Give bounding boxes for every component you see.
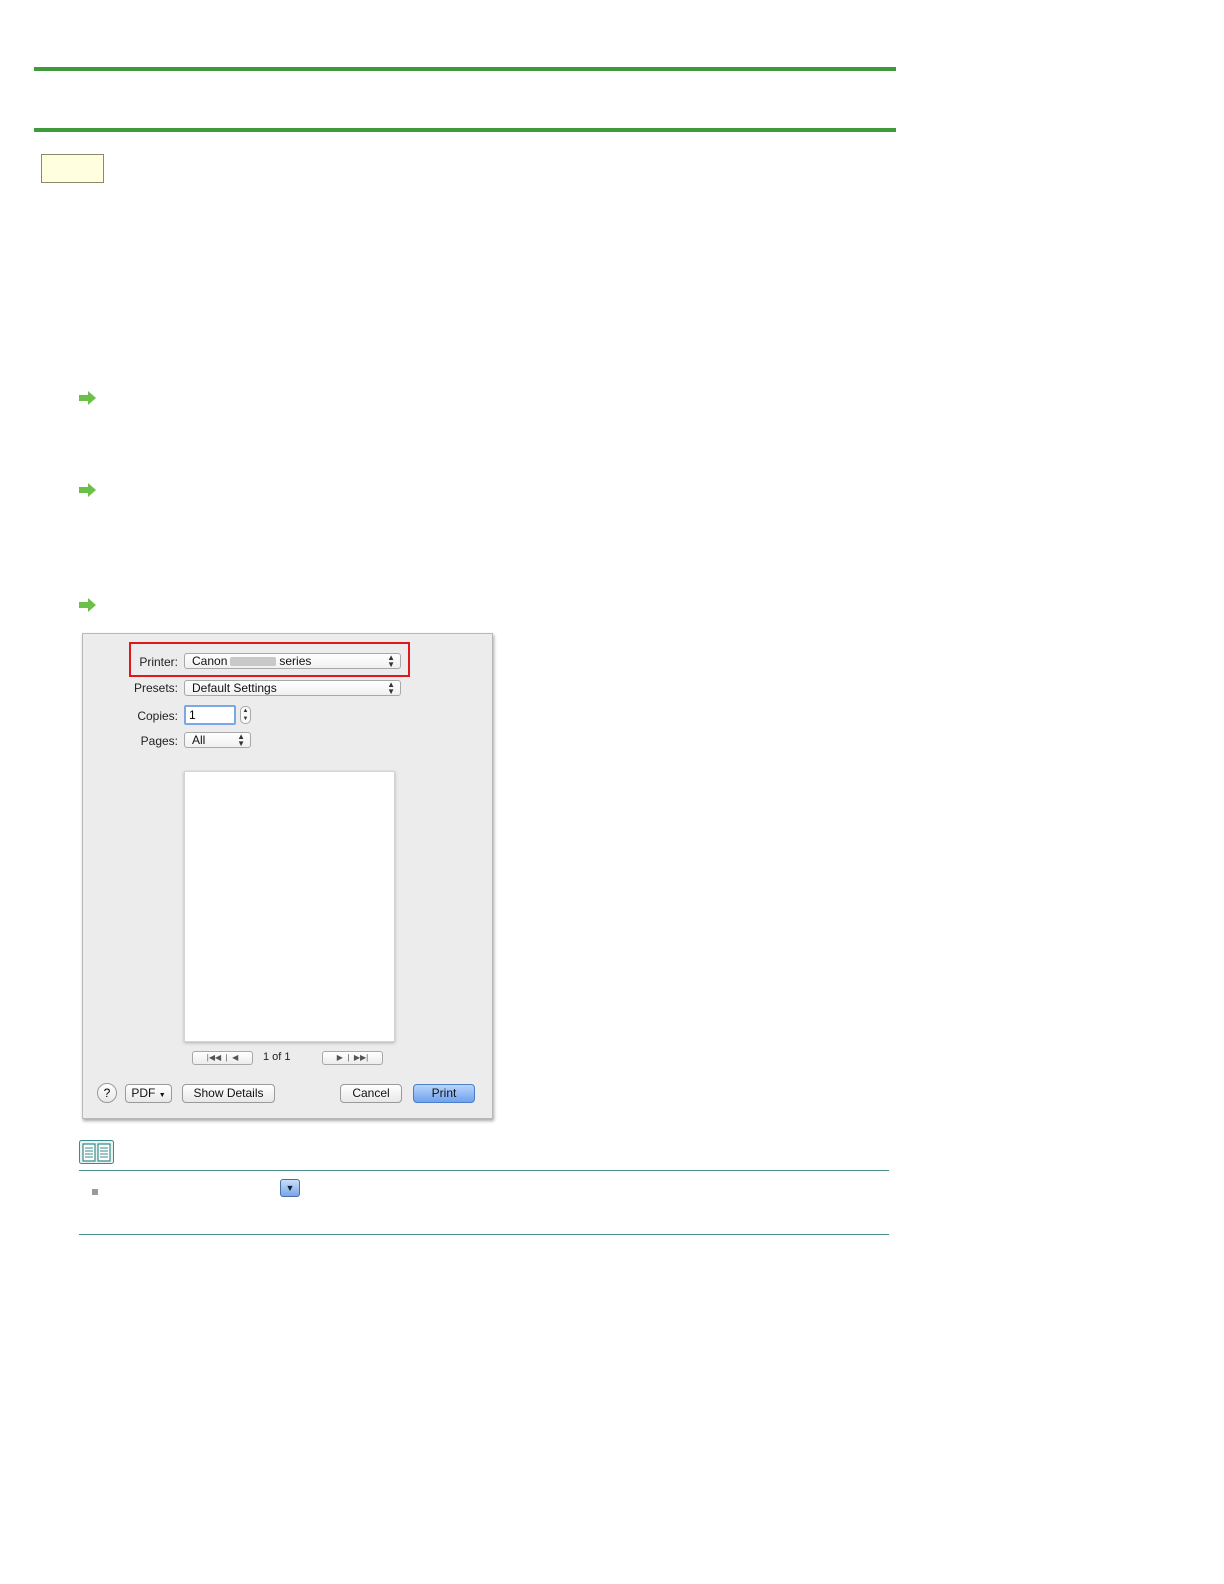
note-book-icon <box>79 1140 114 1164</box>
copies-stepper[interactable]: ▲ ▼ <box>240 706 251 724</box>
disclosure-triangle-icon: ▼ <box>280 1179 300 1197</box>
link-arrow-icon[interactable] <box>78 482 98 498</box>
prev-page-buttons[interactable]: |◀◀ | ◀ <box>192 1051 253 1065</box>
copies-input[interactable]: 1 <box>184 705 236 725</box>
print-dialog: Printer: Canon series ▲ ▼ Presets: Default… <box>82 633 493 1119</box>
pdf-button[interactable]: PDF ▼ <box>125 1084 172 1103</box>
label-badge <box>41 154 104 183</box>
popup-arrows-icon: ▲ ▼ <box>387 680 395 696</box>
header-rule-top <box>34 67 896 71</box>
next-page-buttons[interactable]: ▶ | ▶▶| <box>322 1051 383 1065</box>
pdf-label: PDF <box>131 1086 156 1100</box>
copies-label: Copies: <box>137 709 178 723</box>
presets-label: Presets: <box>133 681 178 695</box>
page-count: 1 of 1 <box>263 1051 291 1063</box>
note-rule-bottom <box>79 1234 889 1235</box>
note-rule-top <box>79 1170 889 1171</box>
presets-popup[interactable]: Default Settings ▲ ▼ <box>184 680 401 696</box>
show-details-button[interactable]: Show Details <box>182 1084 275 1103</box>
pages-value: All <box>192 733 206 747</box>
pages-label: Pages: <box>140 734 178 748</box>
note-bullet <box>92 1189 98 1195</box>
printer-highlight-box <box>129 642 410 677</box>
help-button[interactable]: ? <box>97 1083 117 1103</box>
link-arrow-icon[interactable] <box>78 390 98 406</box>
dropdown-arrow-icon: ▼ <box>158 1092 166 1099</box>
cancel-button[interactable]: Cancel <box>340 1084 402 1103</box>
presets-value: Default Settings <box>192 681 277 695</box>
pages-popup[interactable]: All ▲ ▼ <box>184 732 251 748</box>
header-rule-bottom <box>34 128 896 132</box>
page-preview <box>184 771 395 1042</box>
popup-arrows-icon: ▲ ▼ <box>237 732 245 748</box>
print-button[interactable]: Print <box>413 1084 475 1103</box>
link-arrow-icon[interactable] <box>78 597 98 613</box>
